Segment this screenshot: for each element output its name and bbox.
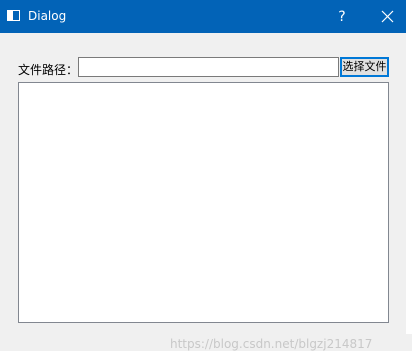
file-path-label: 文件路径： [18, 63, 79, 77]
choose-file-button[interactable]: 选择文件 [340, 57, 389, 77]
close-button[interactable] [370, 0, 406, 33]
window-title: Dialog [28, 9, 67, 23]
title-bar[interactable]: Dialog ? [0, 0, 406, 33]
window-icon [7, 10, 20, 21]
help-icon: ? [338, 8, 346, 25]
help-button[interactable]: ? [326, 0, 358, 33]
file-path-input[interactable] [78, 57, 339, 77]
background-strip [406, 0, 412, 334]
content-text-area[interactable] [18, 82, 389, 323]
dialog-body: 文件路径： 选择文件 https://blog.csdn.net/blgzj21… [0, 33, 406, 351]
watermark: https://blog.csdn.net/blgzj214817 [170, 337, 373, 351]
close-icon [381, 10, 394, 23]
